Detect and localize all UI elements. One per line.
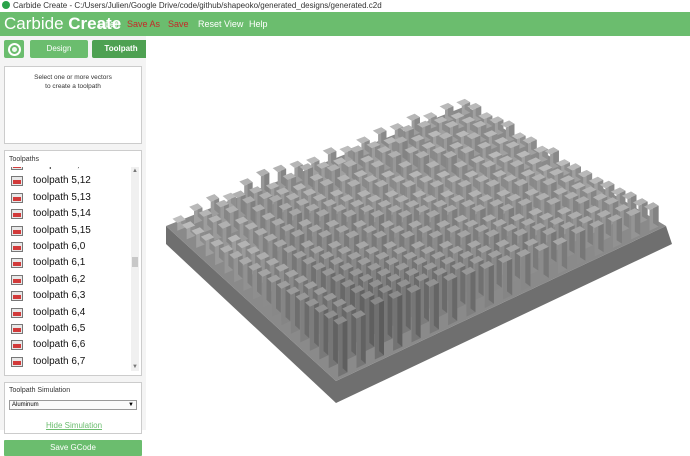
material-select-value: Aluminum	[12, 402, 39, 408]
pillar-side-face	[285, 280, 291, 322]
gear-icon	[8, 43, 21, 56]
toolpath-label: toolpath 5,11	[33, 167, 90, 172]
pillar-side-face	[507, 255, 513, 296]
toolpath-label: toolpath 6,5	[33, 322, 86, 334]
pillar-side-face	[342, 316, 348, 373]
pillar-side-face	[488, 260, 494, 304]
pillar-side-face	[314, 298, 319, 347]
pillar-side-face	[470, 266, 476, 313]
toolpath-label: toolpath 5,12	[33, 175, 91, 187]
toolpath-icon	[11, 167, 23, 170]
pillar-side-face	[360, 310, 366, 364]
toolpath-icon	[11, 225, 23, 236]
menu-save[interactable]: Save	[168, 12, 189, 36]
menu-bar: Carbide Create Open Save As Save Reset V…	[0, 12, 690, 36]
toolpath-list-item[interactable]: toolpath 6,7	[7, 354, 129, 370]
instruction-line-1: Select one or more vectors	[34, 74, 112, 81]
toolpath-label: toolpath 6,0	[33, 240, 86, 252]
toolpath-list-item[interactable]: toolpath 6,5	[7, 321, 129, 337]
pillar-side-face	[351, 304, 357, 356]
toolpath-icon	[11, 307, 23, 318]
toolpath-label: toolpath 5,14	[33, 208, 91, 220]
tab-design[interactable]: Design	[30, 40, 88, 58]
simulation-title: Toolpath Simulation	[9, 387, 71, 394]
toolpath-list-item[interactable]: toolpath 6,2	[7, 272, 129, 288]
menu-save-as[interactable]: Save As	[127, 12, 160, 36]
menu-reset-view[interactable]: Reset View	[198, 12, 243, 36]
toolpath-icon	[11, 356, 23, 367]
tab-toolpath[interactable]: Toolpath	[92, 40, 150, 58]
window-title: Carbide Create - C:/Users/Julien/Google …	[13, 1, 382, 10]
toolpath-list-scrollbar[interactable]: ▲ ▼	[131, 167, 139, 371]
simulation-render	[166, 98, 672, 403]
toolpath-icon	[11, 176, 23, 187]
pillar-side-face	[405, 279, 411, 330]
pillar-side-face	[433, 278, 439, 330]
chevron-down-icon: ▼	[128, 402, 134, 408]
toolpath-list-item[interactable]: toolpath 5,12	[7, 173, 129, 189]
pillar-side-face	[478, 255, 484, 297]
menu-open[interactable]: Open	[98, 12, 120, 36]
pillar-side-face	[323, 304, 329, 356]
pillar-side-face	[379, 296, 384, 356]
toolpath-label: toolpath 6,1	[33, 257, 86, 269]
pillar-side-face	[304, 292, 310, 339]
toolpath-icon	[11, 323, 23, 334]
pillar-side-face	[415, 284, 421, 339]
pillar-side-face	[424, 273, 429, 322]
toolpath-icon	[11, 291, 23, 302]
toolpath-list-item[interactable]: toolpath 6,0	[7, 239, 129, 255]
toolpath-list-item[interactable]: toolpath 6,6	[7, 337, 129, 353]
save-gcode-button[interactable]: Save GCode	[4, 440, 142, 456]
toolpath-list-item[interactable]: toolpath 6,4	[7, 305, 129, 321]
toolpath-list-item[interactable]: toolpath 5,15	[7, 223, 129, 239]
pillar-side-face	[387, 284, 393, 339]
toolpaths-panel: Toolpaths toolpath 5,11toolpath 5,12tool…	[4, 150, 142, 376]
toolpath-list-item[interactable]: toolpath 6,3	[7, 288, 129, 304]
pillar-side-face	[460, 261, 466, 305]
toolpath-icon	[11, 340, 23, 351]
toolpath-label: toolpath 6,4	[33, 306, 86, 318]
scroll-up-arrow-icon[interactable]: ▲	[131, 167, 139, 175]
toolpath-icon	[11, 192, 23, 203]
toolpath-label: toolpath 6,7	[33, 355, 86, 367]
toolpath-label: toolpath 6,6	[33, 339, 86, 351]
toolpath-label: toolpath 6,2	[33, 273, 86, 285]
material-select[interactable]: Aluminum ▼	[9, 400, 137, 410]
window-title-bar: Carbide Create - C:/Users/Julien/Google …	[0, 0, 690, 12]
toolpath-icon	[11, 241, 23, 252]
instruction-line-2: to create a toolpath	[45, 83, 101, 90]
scroll-thumb[interactable]	[132, 257, 138, 267]
toolpath-label: toolpath 5,13	[33, 191, 91, 203]
toolpath-label: toolpath 5,15	[33, 224, 91, 236]
left-panel: Design Toolpath Select one or more vecto…	[0, 36, 150, 456]
toolpath-list-item[interactable]: toolpath 5,13	[7, 190, 129, 206]
3d-viewport[interactable]	[146, 36, 690, 430]
toolpath-list-item[interactable]: toolpath 5,14	[7, 206, 129, 222]
pillar-side-face	[452, 272, 458, 321]
brand-name-part1: Carbide	[4, 14, 64, 33]
toolpath-icon	[11, 258, 23, 269]
instruction-text: Select one or more vectors to create a t…	[5, 73, 141, 91]
toolpath-label: toolpath 6,3	[33, 290, 86, 302]
pillar-side-face	[295, 286, 300, 330]
toolpaths-title: Toolpaths	[9, 156, 39, 163]
toolpath-icon	[11, 209, 23, 220]
pillar-side-face	[397, 290, 403, 347]
simulation-panel: Toolpath Simulation Aluminum ▼ Hide Simu…	[4, 382, 142, 434]
settings-button[interactable]	[4, 40, 24, 58]
toolpath-icon	[11, 274, 23, 285]
menu-help[interactable]: Help	[249, 12, 268, 36]
scroll-down-arrow-icon[interactable]: ▼	[131, 363, 139, 371]
instruction-box: Select one or more vectors to create a t…	[4, 66, 142, 144]
toolpath-list[interactable]: toolpath 5,11 toolpath 5,12 toolpath 5,13 t…	[7, 167, 129, 373]
pillar-side-face	[333, 310, 338, 364]
app-logo-icon	[2, 1, 10, 9]
pillar-side-face	[442, 267, 448, 313]
toolpath-list-item[interactable]: toolpath 6,1	[7, 255, 129, 271]
hide-simulation-link[interactable]: Hide Simulation	[5, 421, 143, 430]
